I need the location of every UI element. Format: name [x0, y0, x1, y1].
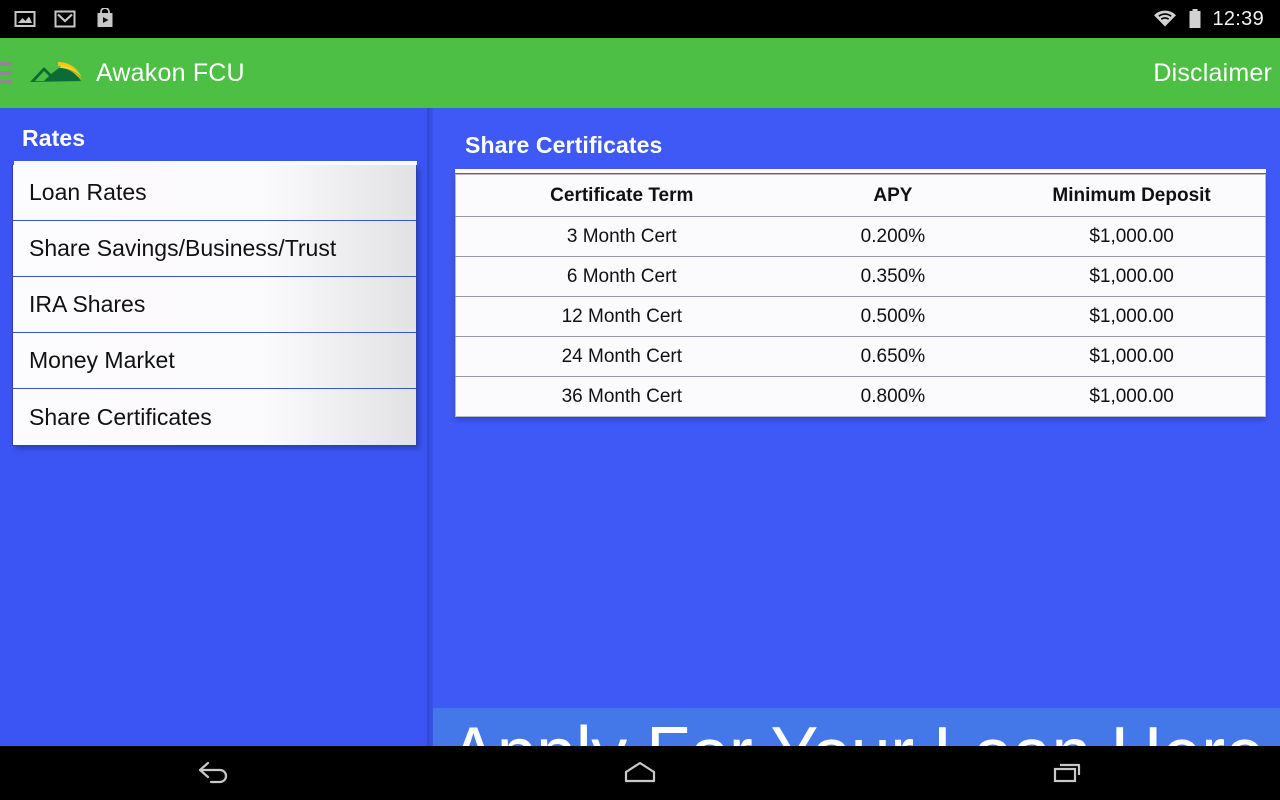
sidebar-item-loan-rates[interactable]: Loan Rates: [13, 165, 416, 221]
sidebar-item-share-certificates[interactable]: Share Certificates: [13, 389, 416, 445]
cell-term: 24 Month Cert: [455, 336, 788, 377]
android-screen: 12:39 Awakon FCU Disclaimer Rates Loan R…: [0, 0, 1280, 800]
hamburger-bar: [0, 62, 12, 66]
sidebar-item-label: Share Savings/Business/Trust: [29, 235, 337, 261]
app-bar: Awakon FCU Disclaimer: [0, 38, 1280, 108]
hamburger-bar: [0, 80, 12, 84]
rates-nav-list: Loan Rates Share Savings/Business/Trust …: [12, 165, 417, 446]
recents-button[interactable]: [853, 746, 1280, 800]
disclaimer-button[interactable]: Disclaimer: [1153, 59, 1272, 88]
cell-apy: 0.650%: [787, 336, 999, 377]
table-row: 36 Month Cert 0.800% $1,000.00: [456, 377, 1266, 417]
cell-apy: 0.350%: [787, 256, 999, 297]
sidebar-item-ira-shares[interactable]: IRA Shares: [13, 277, 416, 333]
hamburger-bar: [0, 71, 12, 75]
column-header-certificate-term: Certificate Term: [455, 174, 788, 217]
page-title: Share Certificates: [465, 132, 663, 158]
cell-min-deposit: $1,000.00: [998, 296, 1266, 337]
status-bar-clock: 12:39: [1212, 7, 1264, 30]
sidebar-item-share-savings[interactable]: Share Savings/Business/Trust: [13, 221, 416, 277]
cell-min-deposit: $1,000.00: [1089, 385, 1174, 407]
hamburger-menu-icon[interactable]: [0, 62, 12, 84]
table-row: 3 Month Cert 0.200% $1,000.00: [455, 216, 1266, 257]
android-navigation-bar: [0, 746, 1280, 800]
table-header-row: Certificate Term APY Minimum Deposit: [455, 174, 1266, 217]
gmail-icon: [54, 10, 76, 28]
sidebar-item-label: IRA Shares: [29, 291, 146, 317]
table-row: 12 Month Cert 0.500% $1,000.00: [455, 296, 1266, 337]
wifi-icon: [1154, 10, 1177, 27]
table-row: 6 Month Cert 0.350% $1,000.00: [455, 256, 1266, 297]
app-title: Awakon FCU: [96, 58, 245, 87]
rates-detail-panel: Share Certificates Certificate Term APY …: [433, 108, 1280, 746]
gallery-icon: [14, 11, 36, 27]
awakon-fcu-logo-icon: [30, 62, 83, 82]
sidebar-item-label: Loan Rates: [29, 179, 147, 205]
status-bar: 12:39: [0, 0, 1280, 38]
column-header-minimum-deposit: Minimum Deposit: [998, 174, 1266, 217]
cell-min-deposit: $1,000.00: [998, 256, 1266, 297]
back-icon: [199, 761, 228, 784]
cell-apy: 0.500%: [787, 296, 999, 337]
sidebar-item-label: Money Market: [29, 347, 175, 373]
rates-sidebar: Rates Loan Rates Share Savings/Business/…: [0, 108, 433, 746]
sidebar-item-money-market[interactable]: Money Market: [13, 333, 416, 389]
cell-apy: 0.800%: [860, 385, 926, 407]
cell-min-deposit: $1,000.00: [998, 336, 1266, 377]
back-button[interactable]: [0, 746, 427, 800]
cell-apy: 0.200%: [787, 216, 999, 257]
share-certificates-table: Certificate Term APY Minimum Deposit 3 M…: [455, 174, 1266, 417]
column-header-apy: APY: [787, 174, 999, 217]
home-icon: [624, 761, 656, 783]
cell-term: 3 Month Cert: [455, 216, 788, 257]
battery-icon: [1189, 9, 1201, 28]
status-bar-notification-icons: [14, 8, 116, 30]
page-title-rule: [455, 169, 1266, 173]
sidebar-item-label: Share Certificates: [29, 403, 212, 430]
cell-term: 36 Month Cert: [561, 385, 682, 407]
content-area: Rates Loan Rates Share Savings/Business/…: [0, 108, 1280, 746]
home-button[interactable]: [427, 746, 854, 800]
table-row: 24 Month Cert 0.650% $1,000.00: [455, 336, 1266, 377]
play-store-icon: [97, 8, 113, 27]
cell-term: 12 Month Cert: [455, 296, 788, 337]
cell-min-deposit: $1,000.00: [998, 216, 1266, 257]
sidebar-heading: Rates: [22, 125, 86, 151]
cell-term: 6 Month Cert: [455, 256, 788, 297]
status-bar-system-icons: 12:39: [1152, 8, 1268, 31]
recents-icon: [1053, 763, 1080, 783]
